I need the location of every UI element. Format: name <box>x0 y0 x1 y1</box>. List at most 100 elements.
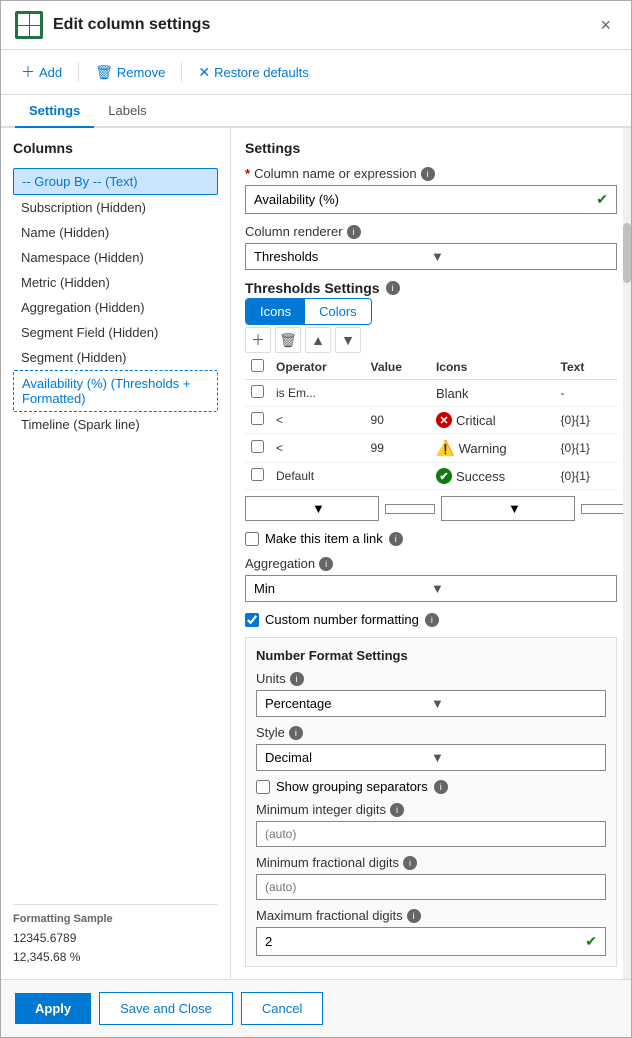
row-dropdowns: ▼ ▼ <box>245 496 617 521</box>
restore-button[interactable]: ✕ Restore defaults <box>192 60 314 85</box>
row-dropdown-1-arrow: ▼ <box>312 501 372 516</box>
column-item-name[interactable]: Name (Hidden) <box>13 220 218 245</box>
grouping-info-icon: i <box>434 780 448 794</box>
min-integer-input[interactable] <box>256 821 606 847</box>
column-name-input[interactable] <box>246 187 588 212</box>
warning-icon: ⚠️ <box>436 439 455 457</box>
remove-button[interactable]: 🗑 Remove <box>89 60 171 85</box>
row1-operator: < <box>270 407 365 434</box>
col-header-check <box>245 355 270 380</box>
row-dropdown-1[interactable]: ▼ <box>245 496 379 521</box>
units-select[interactable]: Percentage ▼ <box>256 690 606 717</box>
success-icon: ✔ <box>436 468 452 484</box>
threshold-up-button[interactable]: ▲ <box>305 327 331 353</box>
colors-toggle-button[interactable]: Colors <box>305 299 371 324</box>
min-fraction-field-group: Minimum fractional digits i <box>256 855 606 900</box>
make-link-checkbox[interactable] <box>245 532 259 546</box>
save-close-button[interactable]: Save and Close <box>99 992 233 1025</box>
row3-value <box>365 463 430 490</box>
column-item-metric[interactable]: Metric (Hidden) <box>13 270 218 295</box>
min-integer-label: Minimum integer digits i <box>256 802 606 817</box>
column-renderer-value: Thresholds <box>254 249 431 264</box>
aggregation-field-group: Aggregation i Min ▼ <box>245 556 617 602</box>
row0-text: - <box>555 380 617 407</box>
threshold-row-1: < 90 ✕ Critical {0}{1} <box>245 407 617 434</box>
grouping-label: Show grouping separators <box>276 779 428 794</box>
row3-checkbox[interactable] <box>251 468 264 481</box>
add-button[interactable]: ＋ Add <box>15 58 68 86</box>
dialog-title: Edit column settings <box>53 16 584 34</box>
column-renderer-select[interactable]: Thresholds ▼ <box>245 243 617 270</box>
formatting-sample-value1: 12345.6789 <box>13 929 218 948</box>
make-link-info-icon: i <box>389 532 403 546</box>
aggregation-select[interactable]: Min ▼ <box>245 575 617 602</box>
scrollbar-thumb[interactable] <box>623 223 631 283</box>
row0-checkbox[interactable] <box>251 385 264 398</box>
icons-toggle-button[interactable]: Icons <box>246 299 305 324</box>
close-button[interactable]: × <box>594 13 617 38</box>
formatting-sample: Formatting Sample 12345.6789 12,345.68 % <box>13 904 218 967</box>
threshold-remove-button[interactable]: 🗑 <box>275 327 301 353</box>
max-fraction-input[interactable] <box>257 929 577 954</box>
column-item-availability[interactable]: Availability (%) (Thresholds + Formatted… <box>13 370 218 412</box>
column-renderer-field-group: Column renderer i Thresholds ▼ <box>245 224 617 270</box>
custom-format-info-icon: i <box>425 613 439 627</box>
column-item-namespace[interactable]: Namespace (Hidden) <box>13 245 218 270</box>
cancel-button[interactable]: Cancel <box>241 992 323 1025</box>
row0-icon-badge: Blank <box>436 386 549 401</box>
tab-labels[interactable]: Labels <box>94 95 160 128</box>
column-item-timeline[interactable]: Timeline (Spark line) <box>13 412 218 437</box>
row2-checkbox[interactable] <box>251 440 264 453</box>
style-field-group: Style i Decimal ▼ <box>256 725 606 771</box>
style-select[interactable]: Decimal ▼ <box>256 744 606 771</box>
column-item-aggregation[interactable]: Aggregation (Hidden) <box>13 295 218 320</box>
threshold-down-button[interactable]: ▼ <box>335 327 361 353</box>
min-fraction-input[interactable] <box>256 874 606 900</box>
trash-icon: 🗑 <box>95 64 113 81</box>
row2-operator: < <box>270 434 365 463</box>
right-panel: Settings * Column name or expression i ✔ <box>231 128 631 979</box>
row2-icon-label: Warning <box>459 441 507 456</box>
footer: Apply Save and Close Cancel <box>1 979 631 1037</box>
row-input-1[interactable] <box>385 504 435 514</box>
column-name-field-group: * Column name or expression i ✔ <box>245 166 617 214</box>
units-field-group: Units i Percentage ▼ <box>256 671 606 717</box>
add-icon: ＋ <box>21 62 35 82</box>
min-fraction-label: Minimum fractional digits i <box>256 855 606 870</box>
threshold-add-button[interactable]: ＋ <box>245 327 271 353</box>
row0-icon-label: Blank <box>436 386 469 401</box>
column-renderer-info-icon: i <box>347 225 361 239</box>
row1-text: {0}{1} <box>555 407 617 434</box>
apply-button[interactable]: Apply <box>15 993 91 1024</box>
column-item-subscription[interactable]: Subscription (Hidden) <box>13 195 218 220</box>
row-dropdown-2[interactable]: ▼ <box>441 496 575 521</box>
thresholds-info-icon: i <box>386 281 400 295</box>
select-all-checkbox[interactable] <box>251 359 264 372</box>
custom-format-row: Custom number formatting i <box>245 612 617 627</box>
tab-settings[interactable]: Settings <box>15 95 94 128</box>
row2-text: {0}{1} <box>555 434 617 463</box>
required-star: * <box>245 166 250 181</box>
threshold-row-3: Default ✔ Success {0}{1} <box>245 463 617 490</box>
max-fraction-input-wrapper: ✔ <box>256 927 606 956</box>
column-item-segment[interactable]: Segment (Hidden) <box>13 345 218 370</box>
column-item-group-by[interactable]: -- Group By -- (Text) <box>13 168 218 195</box>
row3-icon: ✔ Success <box>430 463 555 490</box>
min-integer-info-icon: i <box>390 803 404 817</box>
units-info-icon: i <box>290 672 304 686</box>
row2-value: 99 <box>365 434 430 463</box>
grouping-checkbox[interactable] <box>256 780 270 794</box>
row2-icon-badge: ⚠️ Warning <box>436 439 549 457</box>
row1-icon-badge: ✕ Critical <box>436 412 549 428</box>
min-integer-field-group: Minimum integer digits i <box>256 802 606 847</box>
row1-checkbox[interactable] <box>251 412 264 425</box>
row3-operator: Default <box>270 463 365 490</box>
add-label: Add <box>39 65 62 80</box>
scrollbar-track <box>623 128 631 979</box>
row1-icon-label: Critical <box>456 413 496 428</box>
custom-format-checkbox[interactable] <box>245 613 259 627</box>
icon-colors-toggle: Icons Colors <box>245 298 372 325</box>
row0-icon: Blank <box>430 380 555 407</box>
col-header-text: Text <box>555 355 617 380</box>
column-item-segment-field[interactable]: Segment Field (Hidden) <box>13 320 218 345</box>
